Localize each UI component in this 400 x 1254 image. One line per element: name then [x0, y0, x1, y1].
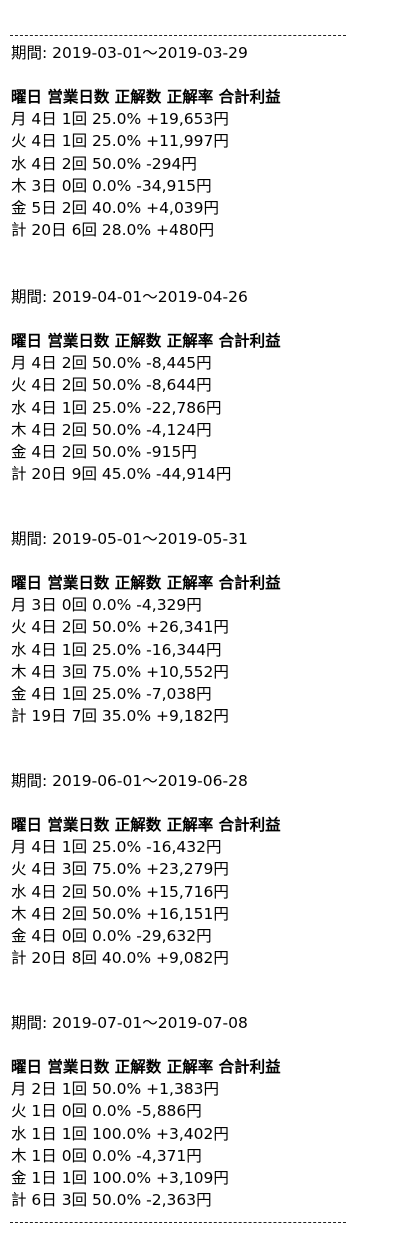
row-total: 計 20日 9回 45.0% -44,914円: [11, 465, 232, 484]
period-block: 期間: 2019-04-01～2019-04-26 曜日 営業日数 正解数 正解…: [11, 286, 391, 485]
row-total: 計 19日 7回 35.0% +9,182円: [11, 707, 229, 726]
row-thursday: 木 4日 3回 75.0% +10,552円: [11, 662, 229, 681]
period-label: 期間: 2019-04-01～2019-04-26: [11, 288, 248, 306]
table-header: 曜日 営業日数 正解数 正解率 合計利益: [11, 574, 281, 592]
row-friday: 金 1日 1回 100.0% +3,109円: [11, 1169, 229, 1188]
row-wednesday: 水 4日 1回 25.0% -22,786円: [11, 398, 222, 417]
row-tuesday: 火 1日 0回 0.0% -5,886円: [11, 1102, 202, 1121]
stats-table: 曜日 営業日数 正解数 正解率 合計利益 月 4日 2回 50.0% -8,44…: [11, 330, 391, 485]
row-tuesday: 火 4日 2回 50.0% +26,341円: [11, 618, 229, 637]
period-label: 期間: 2019-05-01～2019-05-31: [11, 530, 248, 548]
period-label: 期間: 2019-06-01～2019-06-28: [11, 772, 248, 790]
table-header: 曜日 営業日数 正解数 正解率 合計利益: [11, 332, 281, 350]
table-header: 曜日 営業日数 正解数 正解率 合計利益: [11, 1058, 281, 1076]
row-monday: 月 4日 2回 50.0% -8,445円: [11, 354, 212, 373]
stats-table: 曜日 営業日数 正解数 正解率 合計利益 月 4日 1回 25.0% -16,4…: [11, 814, 391, 969]
row-friday: 金 4日 1回 25.0% -7,038円: [11, 685, 212, 704]
table-header: 曜日 営業日数 正解数 正解率 合計利益: [11, 88, 281, 106]
row-thursday: 木 3日 0回 0.0% -34,915円: [11, 176, 212, 195]
row-monday: 月 2日 1回 50.0% +1,383円: [11, 1080, 220, 1099]
row-monday: 月 3日 0回 0.0% -4,329円: [11, 596, 202, 615]
row-monday: 月 4日 1回 25.0% -16,432円: [11, 838, 222, 857]
period-block: 期間: 2019-05-01～2019-05-31 曜日 営業日数 正解数 正解…: [11, 528, 391, 727]
period-label: 期間: 2019-07-01～2019-07-08: [11, 1014, 248, 1032]
period-block: 期間: 2019-07-01～2019-07-08 曜日 営業日数 正解数 正解…: [11, 1012, 391, 1211]
row-total: 計 20日 6回 28.0% +480円: [11, 221, 215, 240]
row-wednesday: 水 4日 2回 50.0% +15,716円: [11, 882, 229, 901]
bottom-divider: [10, 1222, 346, 1223]
row-friday: 金 5日 2回 40.0% +4,039円: [11, 199, 220, 218]
top-divider: [10, 35, 346, 36]
row-tuesday: 火 4日 2回 50.0% -8,644円: [11, 376, 212, 395]
row-monday: 月 4日 1回 25.0% +19,653円: [11, 110, 229, 129]
row-thursday: 木 4日 2回 50.0% -4,124円: [11, 420, 212, 439]
row-total: 計 6日 3回 50.0% -2,363円: [11, 1191, 212, 1210]
stats-table: 曜日 営業日数 正解数 正解率 合計利益 月 2日 1回 50.0% +1,38…: [11, 1056, 391, 1211]
row-thursday: 木 1日 0回 0.0% -4,371円: [11, 1146, 202, 1165]
row-friday: 金 4日 0回 0.0% -29,632円: [11, 927, 212, 946]
row-wednesday: 水 4日 1回 25.0% -16,344円: [11, 640, 222, 659]
period-block: 期間: 2019-03-01～2019-03-29 曜日 営業日数 正解数 正解…: [11, 42, 391, 241]
period-label: 期間: 2019-03-01～2019-03-29: [11, 44, 248, 62]
stats-table: 曜日 営業日数 正解数 正解率 合計利益 月 3日 0回 0.0% -4,329…: [11, 572, 391, 727]
table-header: 曜日 営業日数 正解数 正解率 合計利益: [11, 816, 281, 834]
period-block: 期間: 2019-06-01～2019-06-28 曜日 営業日数 正解数 正解…: [11, 770, 391, 969]
stats-table: 曜日 営業日数 正解数 正解率 合計利益 月 4日 1回 25.0% +19,6…: [11, 86, 391, 241]
row-total: 計 20日 8回 40.0% +9,082円: [11, 949, 229, 968]
row-wednesday: 水 1日 1回 100.0% +3,402円: [11, 1124, 229, 1143]
row-tuesday: 火 4日 1回 25.0% +11,997円: [11, 132, 229, 151]
row-friday: 金 4日 2回 50.0% -915円: [11, 443, 197, 462]
report-page: 期間: 2019-03-01～2019-03-29 曜日 営業日数 正解数 正解…: [0, 0, 400, 1254]
row-tuesday: 火 4日 3回 75.0% +23,279円: [11, 860, 229, 879]
row-wednesday: 水 4日 2回 50.0% -294円: [11, 154, 197, 173]
row-thursday: 木 4日 2回 50.0% +16,151円: [11, 904, 229, 923]
